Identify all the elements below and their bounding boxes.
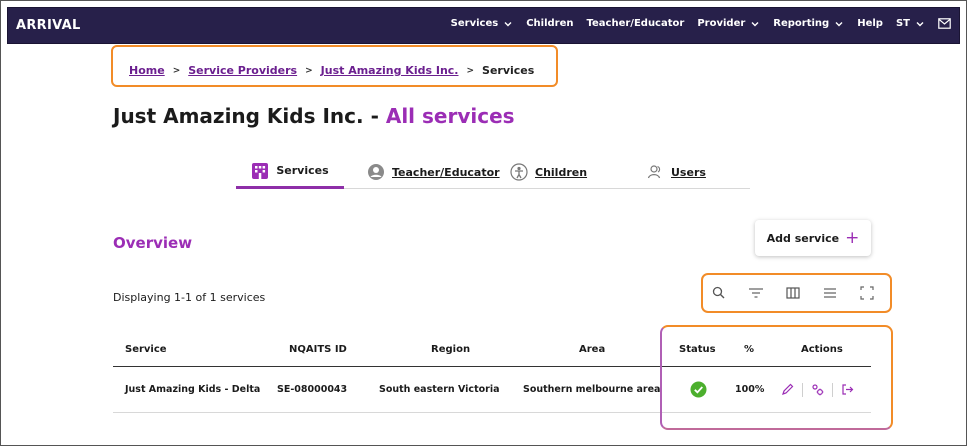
person-circle-icon <box>368 164 384 180</box>
cell-region: South eastern Victoria <box>379 384 500 395</box>
tab-teacher-educator[interactable]: Teacher/Educator <box>367 155 500 189</box>
cell-nqaits-id: SE-08000043 <box>277 384 348 395</box>
user-initials: ST <box>895 18 910 29</box>
filter-icon[interactable] <box>748 285 764 301</box>
density-icon[interactable] <box>822 285 838 301</box>
tab-users-label: Users <box>671 165 706 179</box>
breadcrumb-current: Services <box>482 64 535 77</box>
tab-services-label: Services <box>276 164 329 177</box>
page-title-main: Just Amazing Kids Inc. - <box>113 104 386 128</box>
search-icon[interactable] <box>711 285 727 301</box>
nav-teacher-educator[interactable]: Teacher/Educator <box>587 18 685 29</box>
chevron-down-icon <box>835 21 843 26</box>
plus-icon: + <box>845 227 860 248</box>
chevron-down-icon <box>504 21 512 26</box>
columns-icon[interactable] <box>785 285 801 301</box>
main-nav: Services Children Teacher/Educator Provi… <box>451 18 951 29</box>
breadcrumb-separator: > <box>466 65 475 76</box>
breadcrumb-separator: > <box>172 65 181 76</box>
breadcrumb-home[interactable]: Home <box>129 64 165 77</box>
col-region[interactable]: Region <box>431 333 470 366</box>
nav-children-label: Children <box>526 18 574 29</box>
tab-children-label: Children <box>535 165 588 179</box>
top-navigation-bar: ARRIVAL Services Children Teacher/Educat… <box>7 7 960 44</box>
page-title-accent: All services <box>385 104 515 128</box>
col-service[interactable]: Service <box>125 333 167 366</box>
nav-help-label: Help <box>857 18 883 29</box>
tab-bar: Services Teacher/Educator Children Users <box>236 155 750 189</box>
nav-reporting-label: Reporting <box>773 18 830 29</box>
tab-children[interactable]: Children <box>510 155 587 189</box>
cell-area: Southern melbourne area <box>523 384 661 395</box>
status-actions-highlight <box>660 325 893 430</box>
nav-children[interactable]: Children <box>526 18 573 29</box>
results-count: Displaying 1-1 of 1 services <box>113 291 266 304</box>
nav-services-label: Services <box>450 18 499 29</box>
breadcrumb-provider[interactable]: Just Amazing Kids Inc. <box>321 64 459 77</box>
page-title: Just Amazing Kids Inc. - All services <box>113 104 515 128</box>
users-icon <box>647 165 661 179</box>
chevron-down-icon <box>751 21 759 26</box>
nav-provider[interactable]: Provider <box>697 18 760 29</box>
add-service-button[interactable]: Add service + <box>755 220 871 256</box>
col-area[interactable]: Area <box>579 333 605 366</box>
overview-heading: Overview <box>113 234 193 252</box>
col-nqaits-id[interactable]: NQAITS ID <box>289 333 347 366</box>
breadcrumb-separator: > <box>305 65 313 76</box>
mail-icon[interactable] <box>938 18 951 29</box>
tab-users[interactable]: Users <box>646 155 706 189</box>
arrival-logo[interactable]: ARRIVAL <box>16 18 81 33</box>
table-toolbar <box>711 285 875 301</box>
tab-services[interactable]: Services <box>236 155 344 189</box>
fullscreen-icon[interactable] <box>859 285 875 301</box>
tab-teacher-educator-label: Teacher/Educator <box>392 165 500 179</box>
nav-provider-label: Provider <box>697 18 746 29</box>
building-icon <box>252 162 269 179</box>
nav-user-menu[interactable]: ST <box>896 18 925 29</box>
breadcrumb-service-providers[interactable]: Service Providers <box>188 64 297 77</box>
nav-services[interactable]: Services <box>451 18 514 29</box>
child-icon <box>510 163 528 181</box>
add-service-label: Add service <box>766 231 840 245</box>
nav-teacher-educator-label: Teacher/Educator <box>586 18 685 29</box>
nav-reporting[interactable]: Reporting <box>773 18 844 29</box>
chevron-down-icon <box>916 21 924 26</box>
nav-help[interactable]: Help <box>857 18 883 29</box>
cell-service: Just Amazing Kids - Delta <box>125 384 261 395</box>
breadcrumb: Home > Service Providers > Just Amazing … <box>129 64 534 77</box>
